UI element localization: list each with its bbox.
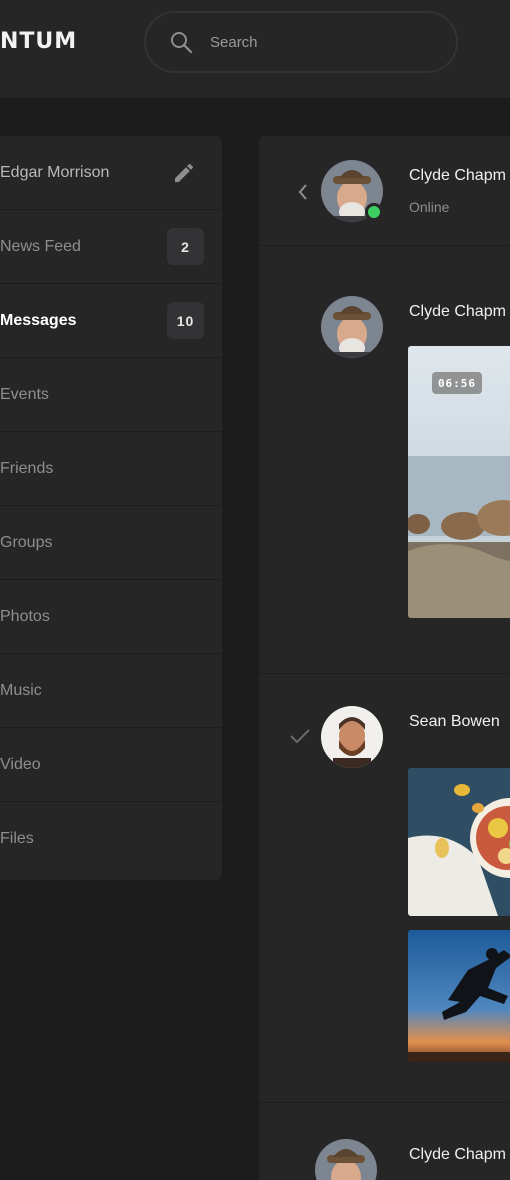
divider [259, 1102, 510, 1103]
video-thumbnail[interactable]: 06:56 [408, 346, 510, 618]
search-icon [171, 32, 193, 54]
avatar[interactable] [315, 1139, 377, 1180]
sidebar-item-label: Groups [0, 533, 53, 551]
sidebar: Edgar Morrison News Feed 2 Messages 10 E… [0, 136, 222, 880]
sidebar-item-video[interactable]: Video [0, 728, 222, 802]
profile-name: Edgar Morrison [0, 163, 110, 181]
sidebar-item-news-feed[interactable]: News Feed 2 [0, 210, 222, 284]
image-thumbnail[interactable] [408, 930, 510, 1062]
sidebar-item-friends[interactable]: Friends [0, 432, 222, 506]
sidebar-item-events[interactable]: Events [0, 358, 222, 432]
sidebar-profile[interactable]: Edgar Morrison [0, 136, 222, 210]
sidebar-item-label: Files [0, 830, 34, 847]
count-badge: 2 [167, 228, 204, 265]
contact-name[interactable]: Clyde Chapm [409, 167, 506, 185]
check-icon [290, 729, 310, 744]
sidebar-item-files[interactable]: Files [0, 802, 222, 876]
chat-panel: Clyde Chapm Online Clyde Chapm 06:56 Sea… [259, 136, 510, 1180]
divider [259, 673, 510, 674]
contact-status: Online [409, 199, 450, 215]
sidebar-item-label: Photos [0, 607, 50, 625]
sidebar-item-music[interactable]: Music [0, 654, 222, 728]
search-input[interactable] [210, 29, 430, 55]
count-badge: 10 [167, 302, 204, 339]
sidebar-item-label: Messages [0, 311, 77, 329]
fruit-bowl-image [408, 768, 510, 916]
chat-header: Clyde Chapm Online [259, 136, 510, 246]
avatar[interactable] [321, 296, 383, 358]
image-thumbnail[interactable] [408, 768, 510, 916]
pencil-icon[interactable] [172, 161, 196, 185]
sidebar-item-photos[interactable]: Photos [0, 580, 222, 654]
sender-name[interactable]: Clyde Chapm [409, 1146, 506, 1164]
sidebar-item-groups[interactable]: Groups [0, 506, 222, 580]
sender-name[interactable]: Clyde Chapm [409, 303, 506, 321]
avatar-image [321, 296, 383, 358]
jumping-silhouette-image [408, 930, 510, 1062]
video-duration: 06:56 [432, 372, 482, 394]
sidebar-item-messages[interactable]: Messages 10 [0, 284, 222, 358]
avatar[interactable] [321, 706, 383, 768]
sidebar-item-label: Music [0, 681, 42, 699]
avatar-image [315, 1139, 377, 1180]
avatar-image [321, 706, 383, 768]
app-logo[interactable]: NTUM [0, 29, 77, 54]
online-indicator [365, 203, 383, 221]
sidebar-item-label: Friends [0, 459, 54, 477]
chevron-left-icon[interactable] [297, 183, 309, 201]
sidebar-item-label: Video [0, 755, 41, 773]
top-bar: NTUM [0, 0, 510, 98]
sidebar-item-label: News Feed [0, 237, 81, 255]
sidebar-item-label: Events [0, 385, 49, 403]
search-bar[interactable] [144, 11, 458, 73]
sender-name[interactable]: Sean Bowen [409, 713, 500, 731]
